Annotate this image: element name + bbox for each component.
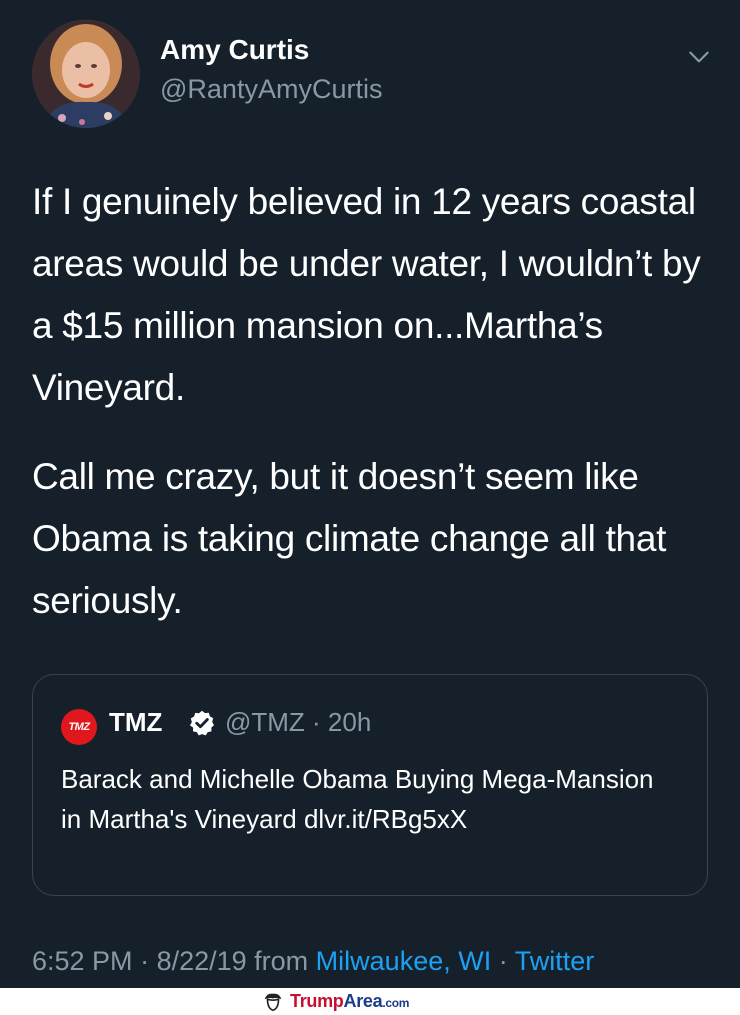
verified-badge-icon <box>189 710 215 736</box>
meta-separator: · <box>491 946 515 976</box>
tweet-date[interactable]: 8/22/19 <box>157 946 247 976</box>
author-handle[interactable]: @RantyAmyCurtis <box>160 74 382 105</box>
trumparea-logo: TrumpArea.com <box>262 988 409 1015</box>
chevron-down-icon <box>689 51 709 63</box>
author-avatar[interactable] <box>32 20 140 128</box>
logo-brand-a: Trump <box>290 991 344 1011</box>
trumparea-logo-text: TrumpArea.com <box>290 991 409 1012</box>
meta-from: from <box>246 946 316 976</box>
tweet-text-paragraph: Call me crazy, but it doesn’t seem like … <box>32 456 667 621</box>
tweet-time[interactable]: 6:52 PM <box>32 946 133 976</box>
quoted-author-name[interactable]: TMZ <box>109 707 162 738</box>
quoted-tweet[interactable]: TMZ TMZ @TMZ · 20h Barack and Michelle O… <box>32 674 708 896</box>
tweet-text-paragraph: If I genuinely believed in 12 years coas… <box>32 181 701 408</box>
tweet-location-link[interactable]: Milwaukee, WI <box>316 946 492 976</box>
author-name[interactable]: Amy Curtis <box>160 34 309 66</box>
quoted-tweet-text: Barack and Michelle Obama Buying Mega-Ma… <box>61 764 654 834</box>
tweet-source-link[interactable]: Twitter <box>515 946 595 976</box>
quoted-handle-time: @TMZ · 20h <box>225 707 372 737</box>
more-options-button[interactable] <box>684 42 714 72</box>
logo-brand-b: Area <box>343 991 383 1011</box>
logo-tld: .com <box>382 996 410 1010</box>
author-avatar-image <box>32 20 140 128</box>
meta-separator: · <box>132 946 157 976</box>
quoted-avatar[interactable]: TMZ <box>61 709 97 745</box>
trumparea-logo-icon <box>264 993 282 1011</box>
watermark-bar: TrumpArea.com <box>0 988 740 1015</box>
tweet-card: Amy Curtis @RantyAmyCurtis If I genuinel… <box>0 0 740 985</box>
tweet-meta: 6:52 PM · 8/22/19 from Milwaukee, WI · T… <box>32 946 594 977</box>
